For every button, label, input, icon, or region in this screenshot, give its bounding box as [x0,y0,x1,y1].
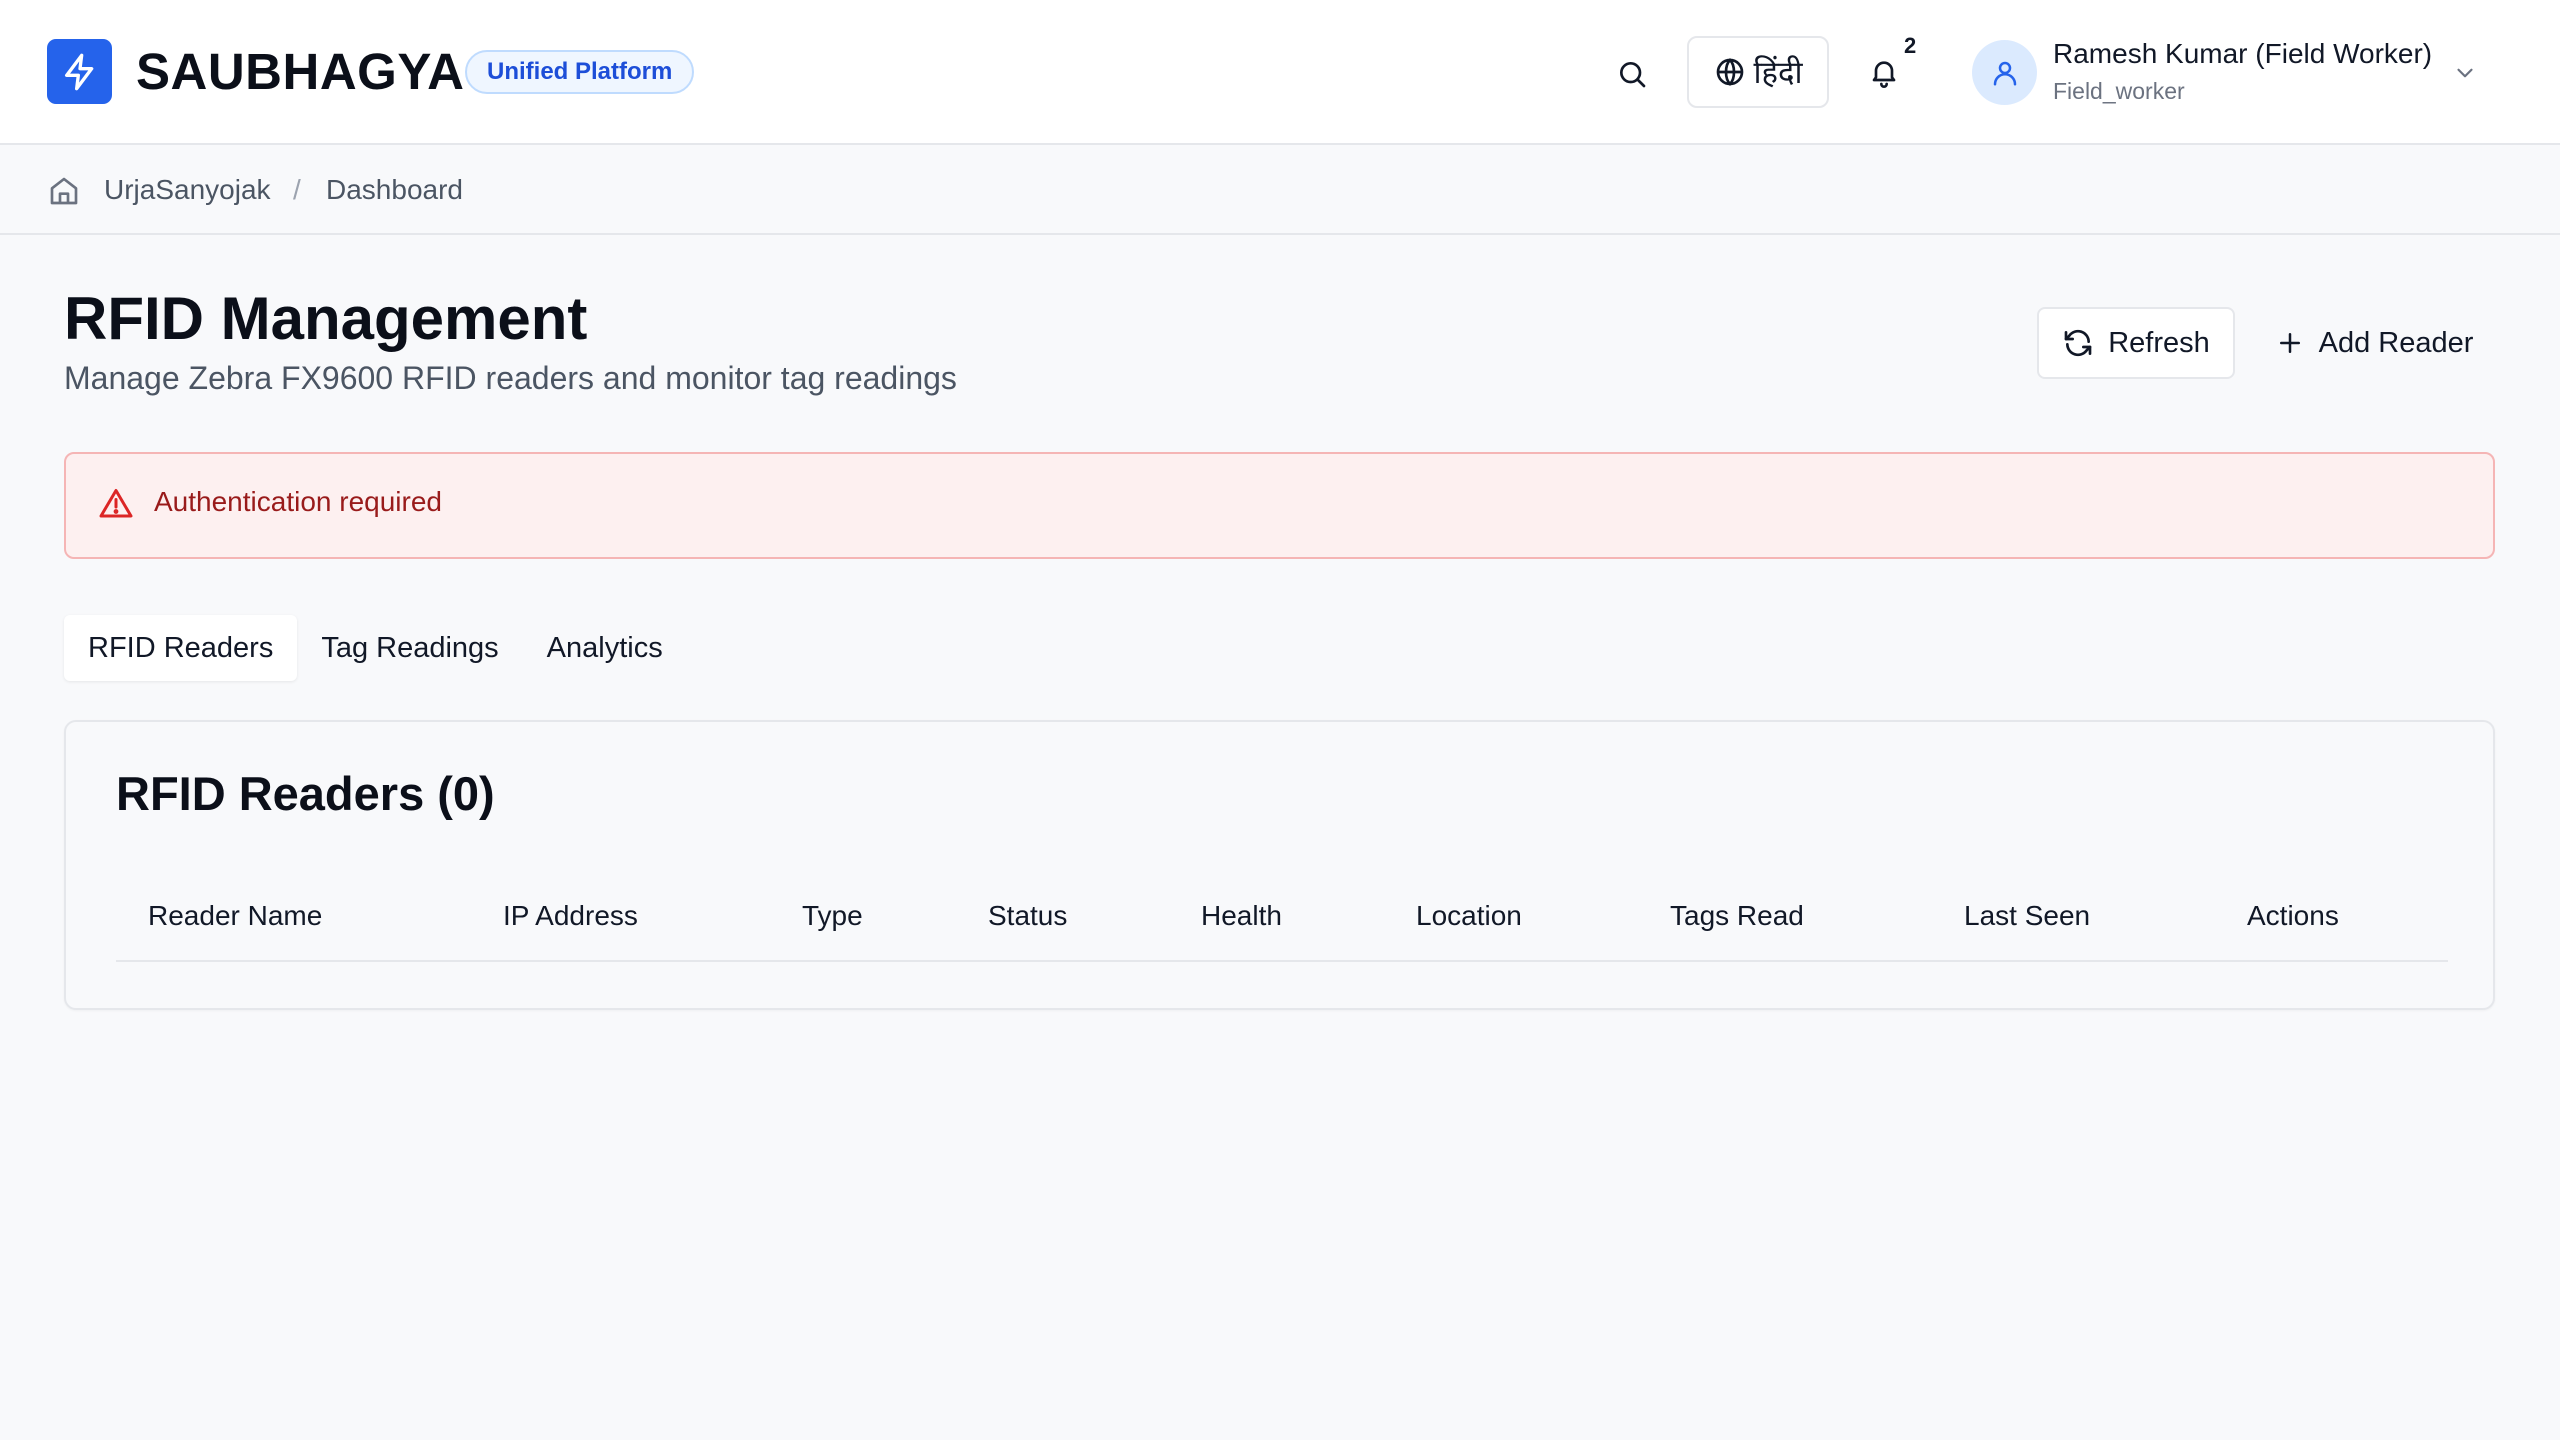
add-reader-button[interactable]: Add Reader [2260,307,2488,379]
brand-name: SAUBHAGYA [136,43,465,100]
column-header-ip-address[interactable]: IP Address [503,900,638,932]
user-role: Field_worker [2053,78,2185,104]
home-icon[interactable] [48,175,80,207]
page-title: RFID Management [64,285,588,352]
user-menu-toggle[interactable] [2450,58,2480,88]
bolt-icon [64,53,93,90]
search-button[interactable] [1610,52,1654,96]
platform-badge: Unified Platform [465,50,695,94]
tab-tag-readings[interactable]: Tag Readings [297,615,522,681]
auth-alert: Authentication required [64,452,2495,559]
tab-rfid-readers[interactable]: RFID Readers [64,615,298,681]
notifications-button[interactable] [1862,50,1906,94]
search-icon [1620,62,1646,88]
globe-icon [1716,58,1743,86]
bell-icon [1872,61,1896,88]
tab-bar: RFID Readers Tag Readings Analytics [64,611,687,685]
alert-message: Authentication required [154,486,442,517]
column-header-status[interactable]: Status [988,900,1067,932]
add-reader-label: Add Reader [2318,326,2474,359]
refresh-button[interactable]: Refresh [2037,307,2235,379]
column-header-reader-name[interactable]: Reader Name [148,900,322,932]
logo[interactable] [47,39,112,104]
top-header: SAUBHAGYA Unified Platform हिंदी 2 Rames… [0,0,2560,145]
tab-analytics[interactable]: Analytics [523,615,687,681]
card-title: RFID Readers (0) [116,767,495,820]
warning-triangle-icon [99,489,133,518]
refresh-label: Refresh [2108,326,2210,359]
chevron-down-icon [2457,68,2473,78]
column-header-type[interactable]: Type [802,900,863,932]
language-label: हिंदी [1753,55,1803,90]
rfid-readers-card: RFID Readers (0) Reader Name IP Address … [64,720,2495,1010]
plus-icon [2279,333,2300,353]
page-subtitle: Manage Zebra FX9600 RFID readers and mon… [64,360,957,396]
table-header-row: Reader Name IP Address Type Status Healt… [116,864,2448,962]
column-header-health[interactable]: Health [1201,900,1282,932]
breadcrumb-item-dashboard: Dashboard [326,174,463,205]
user-name[interactable]: Ramesh Kumar (Field Worker) [2053,38,2432,70]
avatar[interactable] [1972,40,2037,105]
refresh-icon [2064,329,2092,357]
breadcrumb-item-urjasanyojak[interactable]: UrjaSanyojak [104,174,271,206]
column-header-location[interactable]: Location [1416,900,1522,932]
language-toggle-button[interactable]: हिंदी [1687,36,1829,108]
breadcrumb-separator: / [293,174,301,205]
column-header-actions: Actions [2247,900,2339,931]
column-header-tags-read[interactable]: Tags Read [1670,900,1804,932]
breadcrumb: UrjaSanyojak / Dashboard [0,145,2560,235]
user-icon [1993,61,2016,85]
notification-count-badge: 2 [1904,33,1917,58]
column-header-last-seen[interactable]: Last Seen [1964,900,2090,932]
